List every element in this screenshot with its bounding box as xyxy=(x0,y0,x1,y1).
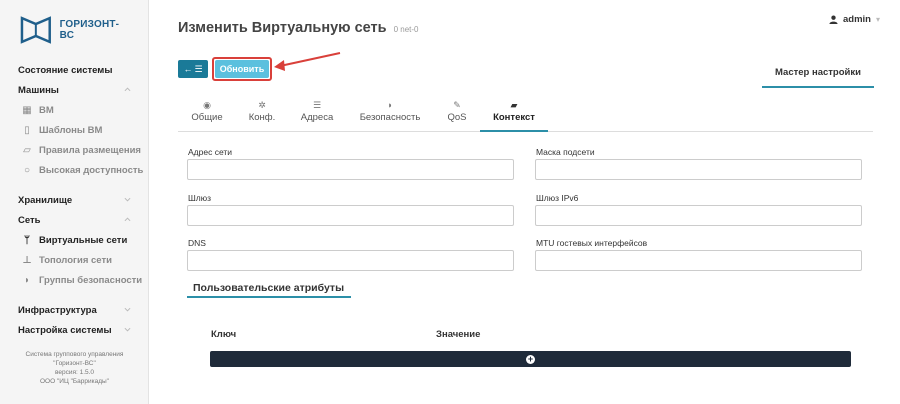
page-subtitle: 0 net-0 xyxy=(393,25,419,34)
footer-company: ООО "ИЦ "Баррикады" xyxy=(40,378,109,385)
tab-security[interactable]: ◗ Безопасность xyxy=(346,94,434,132)
sidebar-item-label: Топология сети xyxy=(39,254,112,266)
page-title: Изменить Виртуальную сеть 0 net-0 xyxy=(178,20,418,36)
sidebar-nav: Состояние системы Машины ▦ ВМ ▯ Шаблоны … xyxy=(0,60,149,340)
list-icon: ☰ xyxy=(194,63,203,74)
tab-label: Общие xyxy=(191,112,223,123)
custom-attributes-title[interactable]: Пользовательские атрибуты xyxy=(187,276,351,298)
gateway-ipv6-input[interactable] xyxy=(535,205,862,226)
gateway-ipv6-label: Шлюз IPv6 xyxy=(536,193,579,203)
netmask-label: Маска подсети xyxy=(536,147,595,157)
tab-context[interactable]: ▰ Контекст xyxy=(480,94,548,132)
sidebar-item-label: Машины xyxy=(18,84,59,96)
tab-label: Адреса xyxy=(300,112,334,123)
file-icon: ▯ xyxy=(24,124,30,136)
sidebar-item-label: Правила размещения xyxy=(39,144,141,156)
sidebar-item-machines[interactable]: Машины xyxy=(0,80,149,100)
sidebar-item-network[interactable]: Сеть xyxy=(0,210,149,230)
add-attribute-button[interactable]: + xyxy=(210,351,851,367)
chevron-up-icon xyxy=(124,217,131,222)
sidebar-item-high-availability[interactable]: ○ Высокая доступность xyxy=(0,160,149,180)
shield-icon: ◗ xyxy=(23,274,31,286)
footer-version: версия: 1.5.0 xyxy=(54,369,95,376)
tab-general[interactable]: ◉ Общие xyxy=(178,94,236,132)
user-name: admin xyxy=(843,14,871,25)
annotation-arrow xyxy=(274,52,341,71)
column-header-key: Ключ xyxy=(211,329,237,340)
wizard-button[interactable]: Мастер настройки xyxy=(762,59,874,88)
sidebar-item-virtual-networks[interactable]: ᛘ Виртуальные сети xyxy=(0,230,149,250)
tab-bar: ◉ Общие ✲ Конф. ☰ Адреса ◗ Безопасность … xyxy=(178,94,873,132)
globe-icon: ◉ xyxy=(203,100,211,110)
sidebar-item-placement-rules[interactable]: ▱ Правила размещения xyxy=(0,140,149,160)
wrench-icon: ✎ xyxy=(453,100,461,110)
sidebar-item-infrastructure[interactable]: Инфраструктура xyxy=(0,300,149,320)
back-button[interactable]: ← ☰ xyxy=(178,60,208,78)
sidebar-item-vm[interactable]: ▦ ВМ xyxy=(0,100,149,120)
gear-icon: ✲ xyxy=(258,100,266,110)
sidebar-item-label: Настройка системы xyxy=(18,324,112,336)
tab-conf[interactable]: ✲ Конф. xyxy=(236,94,288,132)
chevron-down-icon xyxy=(124,327,131,332)
sidebar-item-label: Инфраструктура xyxy=(18,304,97,316)
netmask-input[interactable] xyxy=(535,159,862,180)
sidebar-item-label: Состояние системы xyxy=(18,64,113,76)
sidebar-item-label: Высокая доступность xyxy=(39,164,144,176)
dns-label: DNS xyxy=(188,238,206,248)
column-header-value: Значение xyxy=(436,329,481,340)
sidebar-item-system-settings[interactable]: Настройка системы xyxy=(0,320,149,340)
network-address-input[interactable] xyxy=(187,159,514,180)
footer-line: "Горизонт-ВС" xyxy=(53,360,96,367)
sidebar-item-label: Группы безопасности xyxy=(39,274,143,286)
sidebar-item-storage[interactable]: Хранилище xyxy=(0,190,149,210)
logo[interactable]: ГОРИЗОНТ-ВС xyxy=(18,12,133,48)
sidebar-item-label: Шаблоны ВМ xyxy=(39,124,103,136)
sidebar-item-label: Виртуальные сети xyxy=(39,234,128,246)
sidebar-item-label: ВМ xyxy=(39,104,54,116)
sidebar-item-label: Хранилище xyxy=(18,194,73,206)
sidebar-item-status[interactable]: Состояние системы xyxy=(0,60,149,80)
sidebar-footer: Система группового управления "Горизонт-… xyxy=(0,350,149,386)
sidebar: ГОРИЗОНТ-ВС Состояние системы Машины ▦ В… xyxy=(0,0,149,404)
circle-icon: ○ xyxy=(23,164,31,176)
caret-down-icon: ▾ xyxy=(875,15,880,24)
sitemap-icon: ⊥ xyxy=(22,254,32,266)
chevron-down-icon xyxy=(124,307,131,312)
tab-addresses[interactable]: ☰ Адреса xyxy=(288,94,346,132)
tab-label: QoS xyxy=(447,112,467,123)
chevron-up-icon xyxy=(124,87,131,92)
brand-name: ГОРИЗОНТ-ВС xyxy=(59,19,120,41)
network-address-label: Адрес сети xyxy=(188,147,233,157)
tab-qos[interactable]: ✎ QoS xyxy=(434,94,480,132)
user-menu[interactable]: admin ▾ xyxy=(829,14,880,25)
shield-icon: ◗ xyxy=(387,100,393,110)
arrow-left-icon: ← xyxy=(183,64,193,74)
gateway-label: Шлюз xyxy=(188,193,212,203)
network-icon: ᛘ xyxy=(24,234,30,246)
sidebar-item-vm-templates[interactable]: ▯ Шаблоны ВМ xyxy=(0,120,149,140)
plus-circle-icon: + xyxy=(526,353,535,364)
tab-label: Конф. xyxy=(248,112,276,123)
folder-icon: ▰ xyxy=(510,100,518,110)
page-title-text: Изменить Виртуальную сеть xyxy=(178,20,387,36)
guest-mtu-input[interactable] xyxy=(535,250,862,271)
sidebar-item-label: Сеть xyxy=(18,214,41,226)
footer-line: Система группового управления xyxy=(25,351,124,358)
chevron-down-icon xyxy=(124,197,131,202)
list-icon: ☰ xyxy=(312,100,322,110)
folder-open-icon: ▱ xyxy=(23,144,31,156)
user-icon xyxy=(829,15,838,24)
dns-input[interactable] xyxy=(187,250,514,271)
update-button[interactable]: Обновить xyxy=(215,60,269,78)
sidebar-item-security-groups[interactable]: ◗ Группы безопасности xyxy=(0,270,149,290)
sidebar-item-network-topology[interactable]: ⊥ Топология сети xyxy=(0,250,149,270)
tab-label: Контекст xyxy=(493,112,535,123)
gateway-input[interactable] xyxy=(187,205,514,226)
grid-icon: ▦ xyxy=(22,104,32,116)
tab-label: Безопасность xyxy=(359,112,421,123)
logo-icon xyxy=(20,16,51,44)
guest-mtu-label: MTU гостевых интерфейсов xyxy=(536,238,648,248)
